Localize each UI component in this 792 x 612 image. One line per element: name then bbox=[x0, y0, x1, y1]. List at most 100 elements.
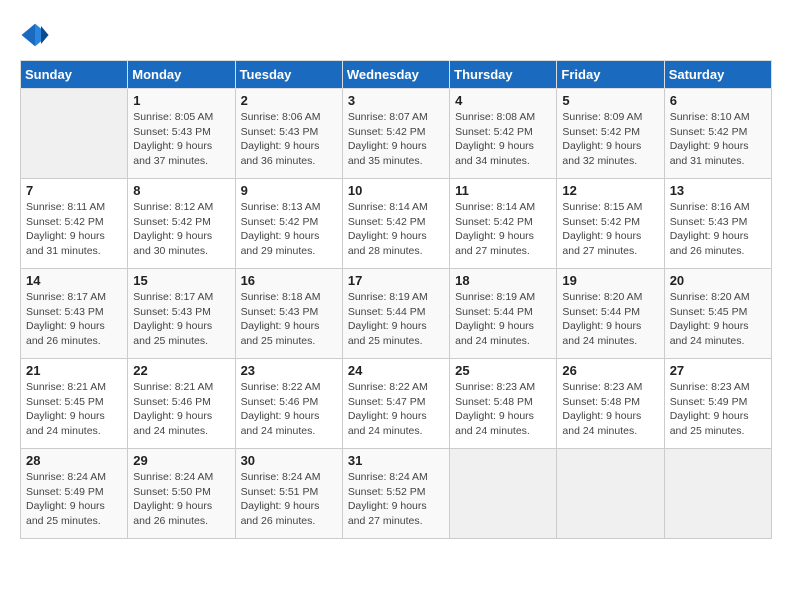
day-number: 2 bbox=[241, 93, 337, 108]
day-header-saturday: Saturday bbox=[664, 61, 771, 89]
day-number: 29 bbox=[133, 453, 229, 468]
day-number: 28 bbox=[26, 453, 122, 468]
day-number: 20 bbox=[670, 273, 766, 288]
calendar-cell: 10Sunrise: 8:14 AMSunset: 5:42 PMDayligh… bbox=[342, 179, 449, 269]
day-info: Sunrise: 8:08 AMSunset: 5:42 PMDaylight:… bbox=[455, 110, 551, 169]
day-info: Sunrise: 8:19 AMSunset: 5:44 PMDaylight:… bbox=[348, 290, 444, 349]
calendar-cell: 20Sunrise: 8:20 AMSunset: 5:45 PMDayligh… bbox=[664, 269, 771, 359]
day-info: Sunrise: 8:07 AMSunset: 5:42 PMDaylight:… bbox=[348, 110, 444, 169]
day-info: Sunrise: 8:09 AMSunset: 5:42 PMDaylight:… bbox=[562, 110, 658, 169]
day-info: Sunrise: 8:13 AMSunset: 5:42 PMDaylight:… bbox=[241, 200, 337, 259]
day-info: Sunrise: 8:14 AMSunset: 5:42 PMDaylight:… bbox=[348, 200, 444, 259]
day-info: Sunrise: 8:14 AMSunset: 5:42 PMDaylight:… bbox=[455, 200, 551, 259]
day-info: Sunrise: 8:11 AMSunset: 5:42 PMDaylight:… bbox=[26, 200, 122, 259]
day-info: Sunrise: 8:20 AMSunset: 5:44 PMDaylight:… bbox=[562, 290, 658, 349]
calendar-cell: 29Sunrise: 8:24 AMSunset: 5:50 PMDayligh… bbox=[128, 449, 235, 539]
day-number: 16 bbox=[241, 273, 337, 288]
calendar-cell: 11 Sunrise: 8:14 AMSunset: 5:42 PMDayligh… bbox=[450, 179, 557, 269]
calendar-body: 1 Sunrise: 8:05 AMSunset: 5:43 PMDaylight… bbox=[21, 89, 772, 539]
calendar-cell: 21 Sunrise: 8:21 AMSunset: 5:45 PMDayligh… bbox=[21, 359, 128, 449]
calendar-cell: 31 Sunrise: 8:24 AMSunset: 5:52 PMDayligh… bbox=[342, 449, 449, 539]
calendar-cell: 17 Sunrise: 8:19 AMSunset: 5:44 PMDayligh… bbox=[342, 269, 449, 359]
day-number: 11 bbox=[455, 183, 551, 198]
day-info: Sunrise: 8:23 AMSunset: 5:48 PMDaylight:… bbox=[562, 380, 658, 439]
calendar-cell: 25 Sunrise: 8:23 AMSunset: 5:48 PMDayligh… bbox=[450, 359, 557, 449]
day-number: 18 bbox=[455, 273, 551, 288]
calendar-cell: 22Sunrise: 8:21 AMSunset: 5:46 PMDayligh… bbox=[128, 359, 235, 449]
day-info: Sunrise: 8:12 AMSunset: 5:42 PMDaylight:… bbox=[133, 200, 229, 259]
calendar-cell: 23 Sunrise: 8:22 AMSunset: 5:46 PMDayligh… bbox=[235, 359, 342, 449]
day-info: Sunrise: 8:17 AMSunset: 5:43 PMDaylight:… bbox=[133, 290, 229, 349]
day-info: Sunrise: 8:22 AMSunset: 5:47 PMDaylight:… bbox=[348, 380, 444, 439]
calendar-cell: 19 Sunrise: 8:20 AMSunset: 5:44 PMDayligh… bbox=[557, 269, 664, 359]
day-number: 19 bbox=[562, 273, 658, 288]
day-header-wednesday: Wednesday bbox=[342, 61, 449, 89]
calendar-week-row: 7Sunrise: 8:11 AMSunset: 5:42 PMDaylight… bbox=[21, 179, 772, 269]
calendar-cell: 27Sunrise: 8:23 AMSunset: 5:49 PMDayligh… bbox=[664, 359, 771, 449]
calendar-cell: 30 Sunrise: 8:24 AMSunset: 5:51 PMDayligh… bbox=[235, 449, 342, 539]
calendar-week-row: 28 Sunrise: 8:24 AMSunset: 5:49 PMDayligh… bbox=[21, 449, 772, 539]
day-info: Sunrise: 8:24 AMSunset: 5:52 PMDaylight:… bbox=[348, 470, 444, 529]
day-number: 12 bbox=[562, 183, 658, 198]
calendar-cell: 13 Sunrise: 8:16 AMSunset: 5:43 PMDayligh… bbox=[664, 179, 771, 269]
day-info: Sunrise: 8:17 AMSunset: 5:43 PMDaylight:… bbox=[26, 290, 122, 349]
calendar-cell: 5 Sunrise: 8:09 AMSunset: 5:42 PMDaylight… bbox=[557, 89, 664, 179]
calendar-cell: 8 Sunrise: 8:12 AMSunset: 5:42 PMDaylight… bbox=[128, 179, 235, 269]
calendar-cell: 7Sunrise: 8:11 AMSunset: 5:42 PMDaylight… bbox=[21, 179, 128, 269]
day-header-thursday: Thursday bbox=[450, 61, 557, 89]
day-number: 27 bbox=[670, 363, 766, 378]
day-number: 5 bbox=[562, 93, 658, 108]
day-number: 1 bbox=[133, 93, 229, 108]
day-header-friday: Friday bbox=[557, 61, 664, 89]
day-info: Sunrise: 8:22 AMSunset: 5:46 PMDaylight:… bbox=[241, 380, 337, 439]
calendar-cell bbox=[557, 449, 664, 539]
calendar-cell: 18Sunrise: 8:19 AMSunset: 5:44 PMDayligh… bbox=[450, 269, 557, 359]
calendar-cell bbox=[450, 449, 557, 539]
day-header-sunday: Sunday bbox=[21, 61, 128, 89]
day-number: 14 bbox=[26, 273, 122, 288]
calendar-cell: 2Sunrise: 8:06 AMSunset: 5:43 PMDaylight… bbox=[235, 89, 342, 179]
calendar-header-row: SundayMondayTuesdayWednesdayThursdayFrid… bbox=[21, 61, 772, 89]
calendar-table: SundayMondayTuesdayWednesdayThursdayFrid… bbox=[20, 60, 772, 539]
day-number: 3 bbox=[348, 93, 444, 108]
day-info: Sunrise: 8:15 AMSunset: 5:42 PMDaylight:… bbox=[562, 200, 658, 259]
page-header bbox=[20, 20, 772, 50]
logo bbox=[20, 20, 54, 50]
day-number: 23 bbox=[241, 363, 337, 378]
day-info: Sunrise: 8:16 AMSunset: 5:43 PMDaylight:… bbox=[670, 200, 766, 259]
day-info: Sunrise: 8:24 AMSunset: 5:51 PMDaylight:… bbox=[241, 470, 337, 529]
day-info: Sunrise: 8:24 AMSunset: 5:49 PMDaylight:… bbox=[26, 470, 122, 529]
day-number: 15 bbox=[133, 273, 229, 288]
day-number: 4 bbox=[455, 93, 551, 108]
logo-icon bbox=[20, 20, 50, 50]
day-info: Sunrise: 8:23 AMSunset: 5:48 PMDaylight:… bbox=[455, 380, 551, 439]
day-number: 8 bbox=[133, 183, 229, 198]
day-number: 21 bbox=[26, 363, 122, 378]
calendar-cell: 4 Sunrise: 8:08 AMSunset: 5:42 PMDaylight… bbox=[450, 89, 557, 179]
calendar-week-row: 14 Sunrise: 8:17 AMSunset: 5:43 PMDayligh… bbox=[21, 269, 772, 359]
calendar-cell: 3 Sunrise: 8:07 AMSunset: 5:42 PMDaylight… bbox=[342, 89, 449, 179]
day-number: 25 bbox=[455, 363, 551, 378]
calendar-cell: 16 Sunrise: 8:18 AMSunset: 5:43 PMDayligh… bbox=[235, 269, 342, 359]
day-header-tuesday: Tuesday bbox=[235, 61, 342, 89]
calendar-week-row: 1 Sunrise: 8:05 AMSunset: 5:43 PMDaylight… bbox=[21, 89, 772, 179]
day-info: Sunrise: 8:18 AMSunset: 5:43 PMDaylight:… bbox=[241, 290, 337, 349]
day-info: Sunrise: 8:05 AMSunset: 5:43 PMDaylight:… bbox=[133, 110, 229, 169]
day-info: Sunrise: 8:10 AMSunset: 5:42 PMDaylight:… bbox=[670, 110, 766, 169]
day-info: Sunrise: 8:21 AMSunset: 5:46 PMDaylight:… bbox=[133, 380, 229, 439]
day-number: 17 bbox=[348, 273, 444, 288]
day-number: 9 bbox=[241, 183, 337, 198]
calendar-cell: 14 Sunrise: 8:17 AMSunset: 5:43 PMDayligh… bbox=[21, 269, 128, 359]
calendar-cell: 6 Sunrise: 8:10 AMSunset: 5:42 PMDaylight… bbox=[664, 89, 771, 179]
day-header-monday: Monday bbox=[128, 61, 235, 89]
day-number: 30 bbox=[241, 453, 337, 468]
calendar-cell: 9 Sunrise: 8:13 AMSunset: 5:42 PMDaylight… bbox=[235, 179, 342, 269]
calendar-cell: 15 Sunrise: 8:17 AMSunset: 5:43 PMDayligh… bbox=[128, 269, 235, 359]
day-number: 6 bbox=[670, 93, 766, 108]
calendar-cell: 12 Sunrise: 8:15 AMSunset: 5:42 PMDayligh… bbox=[557, 179, 664, 269]
day-info: Sunrise: 8:21 AMSunset: 5:45 PMDaylight:… bbox=[26, 380, 122, 439]
day-number: 24 bbox=[348, 363, 444, 378]
day-number: 26 bbox=[562, 363, 658, 378]
day-number: 13 bbox=[670, 183, 766, 198]
day-number: 31 bbox=[348, 453, 444, 468]
